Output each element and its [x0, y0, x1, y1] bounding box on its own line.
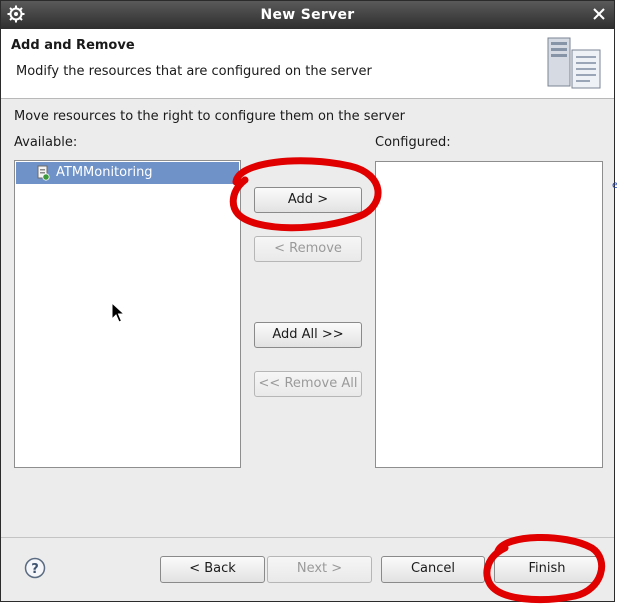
- footer-divider: [1, 537, 614, 538]
- add-all-button[interactable]: Add All >>: [254, 322, 362, 348]
- remove-all-button[interactable]: << Remove All: [254, 371, 362, 397]
- available-label: Available:: [14, 135, 78, 150]
- list-item-label: ATMMonitoring: [56, 165, 153, 180]
- svg-text:?: ?: [31, 562, 39, 577]
- finish-button[interactable]: Finish: [494, 556, 600, 583]
- mouse-cursor-icon: [111, 302, 125, 323]
- available-list[interactable]: ATMMonitoring: [14, 160, 241, 468]
- server-icon: [547, 37, 601, 89]
- window-title: New Server: [260, 7, 355, 23]
- list-item-atmmonitoring[interactable]: ATMMonitoring: [16, 162, 239, 184]
- help-icon[interactable]: ?: [24, 557, 46, 579]
- configured-label: Configured:: [375, 135, 451, 150]
- title-bar[interactable]: New Server: [1, 1, 614, 29]
- next-button[interactable]: Next >: [267, 556, 372, 583]
- back-button[interactable]: < Back: [160, 556, 265, 583]
- wizard-header: Add and Remove Modify the resources that…: [1, 29, 614, 99]
- remove-button[interactable]: < Remove: [254, 236, 362, 262]
- new-server-dialog: New Server Add and Remove Modify the res…: [0, 0, 615, 602]
- instruction-text: Move resources to the right to configure…: [14, 109, 405, 124]
- web-module-icon: [37, 165, 50, 181]
- background-window-fragment: e: [612, 180, 617, 191]
- page-title: Add and Remove: [11, 38, 135, 53]
- configured-list[interactable]: [375, 161, 603, 468]
- page-description: Modify the resources that are configured…: [16, 64, 372, 79]
- close-icon[interactable]: [592, 7, 606, 21]
- add-button[interactable]: Add >: [254, 187, 362, 213]
- cancel-button[interactable]: Cancel: [381, 556, 485, 583]
